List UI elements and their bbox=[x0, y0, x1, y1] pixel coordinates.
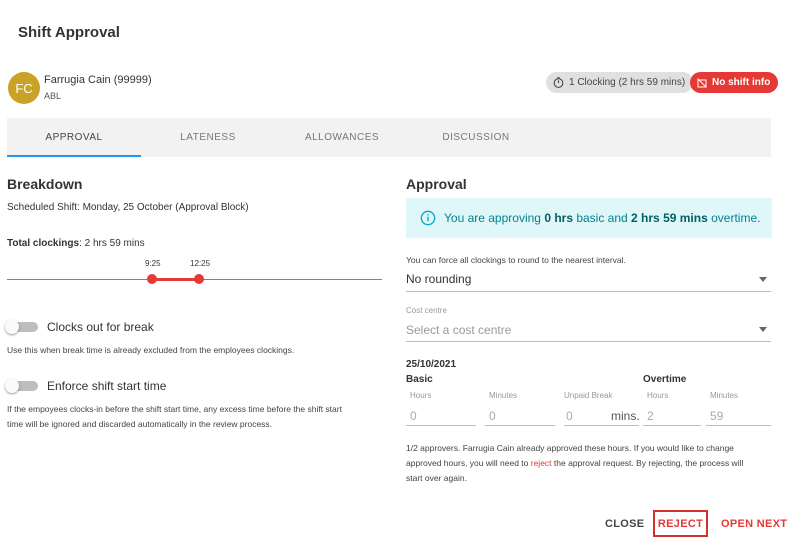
tab-discussion[interactable]: DISCUSSION bbox=[409, 118, 543, 157]
unpaid-break-label: Unpaid Break bbox=[564, 391, 613, 400]
dialog-title: Shift Approval bbox=[18, 24, 120, 41]
basic-minutes-label: Minutes bbox=[489, 391, 518, 400]
basic-hours-input[interactable]: 0 bbox=[410, 409, 417, 423]
tab-bar: APPROVAL LATENESS ALLOWANCES DISCUSSION bbox=[7, 118, 771, 157]
approval-info-text: You are approving 0 hrs basic and 2 hrs … bbox=[444, 211, 760, 225]
unpaid-break-suffix: mins. bbox=[611, 409, 640, 423]
basic-minutes-underline bbox=[485, 425, 555, 426]
info-mid: basic and bbox=[573, 211, 632, 225]
timeline-end-point[interactable] bbox=[194, 274, 204, 284]
note-2-prefix: approved hours, you will need to bbox=[406, 458, 531, 468]
clocks-out-help: Use this when break time is already excl… bbox=[7, 345, 295, 355]
total-clockings: Total clockings: 2 hrs 59 mins bbox=[7, 238, 145, 249]
timeline-start-label: 9:25 bbox=[145, 259, 161, 268]
clocking-chip[interactable]: 1 Clocking (2 hrs 59 mins) bbox=[546, 72, 694, 93]
employee-code: ABL bbox=[44, 91, 62, 101]
reject-button[interactable]: REJECT bbox=[658, 518, 703, 530]
total-clockings-label: Total clockings bbox=[7, 238, 80, 249]
total-clockings-value: : 2 hrs 59 mins bbox=[79, 238, 145, 249]
clocks-out-toggle-knob[interactable] bbox=[5, 320, 19, 334]
approver-note-1: 1/2 approvers. Farrugia Cain already app… bbox=[406, 443, 734, 453]
rounding-chevron-down-icon[interactable] bbox=[759, 277, 767, 282]
rounding-select[interactable]: No rounding bbox=[406, 272, 471, 286]
clocks-out-label: Clocks out for break bbox=[47, 320, 154, 334]
open-next-button[interactable]: OPEN NEXT bbox=[721, 518, 787, 530]
overtime-label: Overtime bbox=[643, 374, 687, 385]
cost-centre-label: Cost centre bbox=[406, 306, 447, 315]
info-pre: You are approving bbox=[444, 211, 545, 225]
close-button[interactable]: CLOSE bbox=[605, 518, 644, 530]
clocking-chip-label: 1 Clocking (2 hrs 59 mins) bbox=[569, 77, 686, 88]
info-overtime: 2 hrs 59 mins bbox=[631, 211, 708, 225]
reject-link[interactable]: reject bbox=[531, 458, 552, 468]
no-shift-icon bbox=[697, 77, 707, 88]
no-shift-chip[interactable]: No shift info bbox=[690, 72, 779, 93]
reject-button-highlight: REJECT bbox=[653, 510, 708, 537]
basic-hours-label: Hours bbox=[410, 391, 432, 400]
timeline-end-label: 12:25 bbox=[190, 259, 211, 268]
basic-hours-underline bbox=[406, 425, 476, 426]
enforce-start-help-1: If the empoyees clocks-in before the shi… bbox=[7, 404, 342, 414]
info-icon bbox=[420, 210, 436, 226]
approval-info-box: You are approving 0 hrs basic and 2 hrs … bbox=[406, 198, 772, 238]
rounding-hint: You can force all clockings to round to … bbox=[406, 255, 626, 265]
overtime-hours-input[interactable]: 2 bbox=[647, 409, 654, 423]
approval-heading: Approval bbox=[406, 176, 467, 192]
cost-centre-chevron-down-icon[interactable] bbox=[759, 327, 767, 332]
avatar: FC bbox=[8, 72, 40, 104]
tab-allowances[interactable]: ALLOWANCES bbox=[275, 118, 409, 157]
tab-approval[interactable]: APPROVAL bbox=[7, 118, 141, 157]
overtime-minutes-underline bbox=[706, 425, 771, 426]
approver-note-2: approved hours, you will need to reject … bbox=[406, 455, 743, 471]
overtime-minutes-label: Minutes bbox=[710, 391, 739, 400]
approval-date: 25/10/2021 bbox=[406, 359, 457, 370]
cost-centre-select[interactable]: Select a cost centre bbox=[406, 323, 511, 337]
enforce-start-label: Enforce shift start time bbox=[47, 379, 167, 393]
note-2-suffix: the approval request. By rejecting, the … bbox=[551, 458, 744, 468]
employee-name: Farrugia Cain (99999) bbox=[44, 74, 152, 86]
overtime-minutes-input[interactable]: 59 bbox=[710, 409, 723, 423]
enforce-start-help-2: time will be ignored and discarded autom… bbox=[7, 419, 273, 429]
basic-minutes-input[interactable]: 0 bbox=[489, 409, 496, 423]
rounding-underline bbox=[406, 291, 771, 292]
timeline-start-point[interactable] bbox=[147, 274, 157, 284]
overtime-hours-label: Hours bbox=[647, 391, 669, 400]
unpaid-break-underline bbox=[564, 425, 639, 426]
info-post: overtime. bbox=[707, 211, 761, 225]
no-shift-chip-label: No shift info bbox=[712, 77, 771, 88]
timeline-segment bbox=[152, 278, 199, 281]
approver-note-3: start over again. bbox=[406, 473, 467, 483]
active-tab-indicator bbox=[7, 155, 141, 157]
unpaid-break-input[interactable]: 0 bbox=[566, 409, 573, 423]
enforce-start-toggle-knob[interactable] bbox=[5, 379, 19, 393]
basic-label: Basic bbox=[406, 374, 433, 385]
info-basic-hours: 0 hrs bbox=[544, 211, 573, 225]
overtime-hours-underline bbox=[643, 425, 701, 426]
scheduled-shift: Scheduled Shift: Monday, 25 October (App… bbox=[7, 202, 249, 213]
breakdown-heading: Breakdown bbox=[7, 176, 83, 192]
stopwatch-icon bbox=[553, 77, 564, 88]
tab-lateness[interactable]: LATENESS bbox=[141, 118, 275, 157]
cost-centre-underline bbox=[406, 341, 771, 342]
